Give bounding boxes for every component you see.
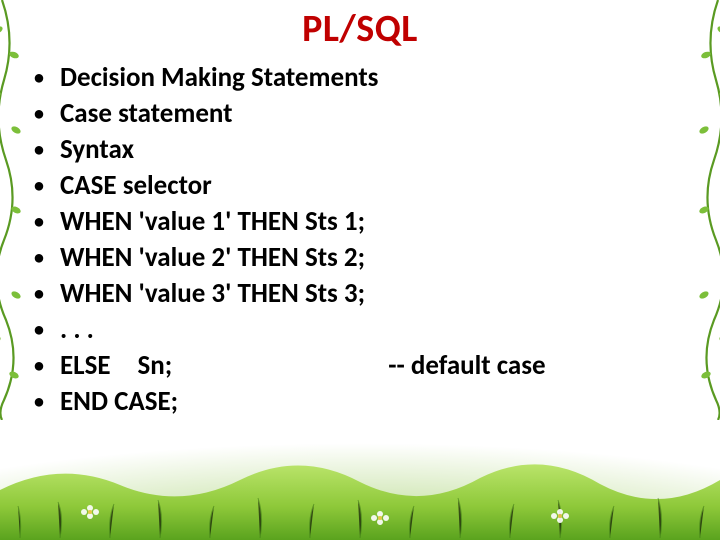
list-item: • Decision Making Statements	[28, 60, 688, 96]
slide-title: PL/SQL	[0, 6, 720, 52]
list-item: • . . .	[28, 312, 688, 348]
list-item: • WHEN 'value 2' THEN Sts 2;	[28, 240, 688, 276]
list-item: • WHEN 'value 1' THEN Sts 1;	[28, 204, 688, 240]
list-item: • Syntax	[28, 132, 688, 168]
list-item: • Case statement	[28, 96, 688, 132]
slide: PL/SQL • Decision Making Statements • Ca…	[0, 0, 720, 540]
bullet-text: END CASE;	[60, 384, 688, 420]
bullet-icon: •	[28, 348, 60, 384]
bullet-list: • Decision Making Statements • Case stat…	[28, 60, 688, 420]
bullet-icon: •	[28, 240, 60, 276]
bullet-icon: •	[28, 384, 60, 420]
bullet-icon: •	[28, 60, 60, 96]
vine-right-decoration	[690, 0, 720, 420]
bullet-icon: •	[28, 312, 60, 348]
bullet-text: Syntax	[60, 132, 688, 168]
list-item: • CASE selector	[28, 168, 688, 204]
bullet-text: CASE selector	[60, 168, 688, 204]
bullet-text: Decision Making Statements	[60, 60, 688, 96]
bullet-text: WHEN 'value 3' THEN Sts 3;	[60, 276, 688, 312]
bullet-icon: •	[28, 168, 60, 204]
bullet-icon: •	[28, 96, 60, 132]
bullet-icon: •	[28, 204, 60, 240]
bullet-text: Case statement	[60, 96, 688, 132]
list-item: • ELSE Sn; -- default case	[28, 348, 688, 384]
bullet-icon: •	[28, 132, 60, 168]
bullet-text: . . .	[60, 312, 688, 348]
vine-left-decoration	[0, 0, 30, 420]
bullet-text: WHEN 'value 1' THEN Sts 1;	[60, 204, 688, 240]
list-item: • WHEN 'value 3' THEN Sts 3;	[28, 276, 688, 312]
grass-decoration	[0, 420, 720, 540]
bullet-text: ELSE Sn; -- default case	[60, 348, 688, 384]
list-item: • END CASE;	[28, 384, 688, 420]
bullet-icon: •	[28, 276, 60, 312]
bullet-text: WHEN 'value 2' THEN Sts 2;	[60, 240, 688, 276]
